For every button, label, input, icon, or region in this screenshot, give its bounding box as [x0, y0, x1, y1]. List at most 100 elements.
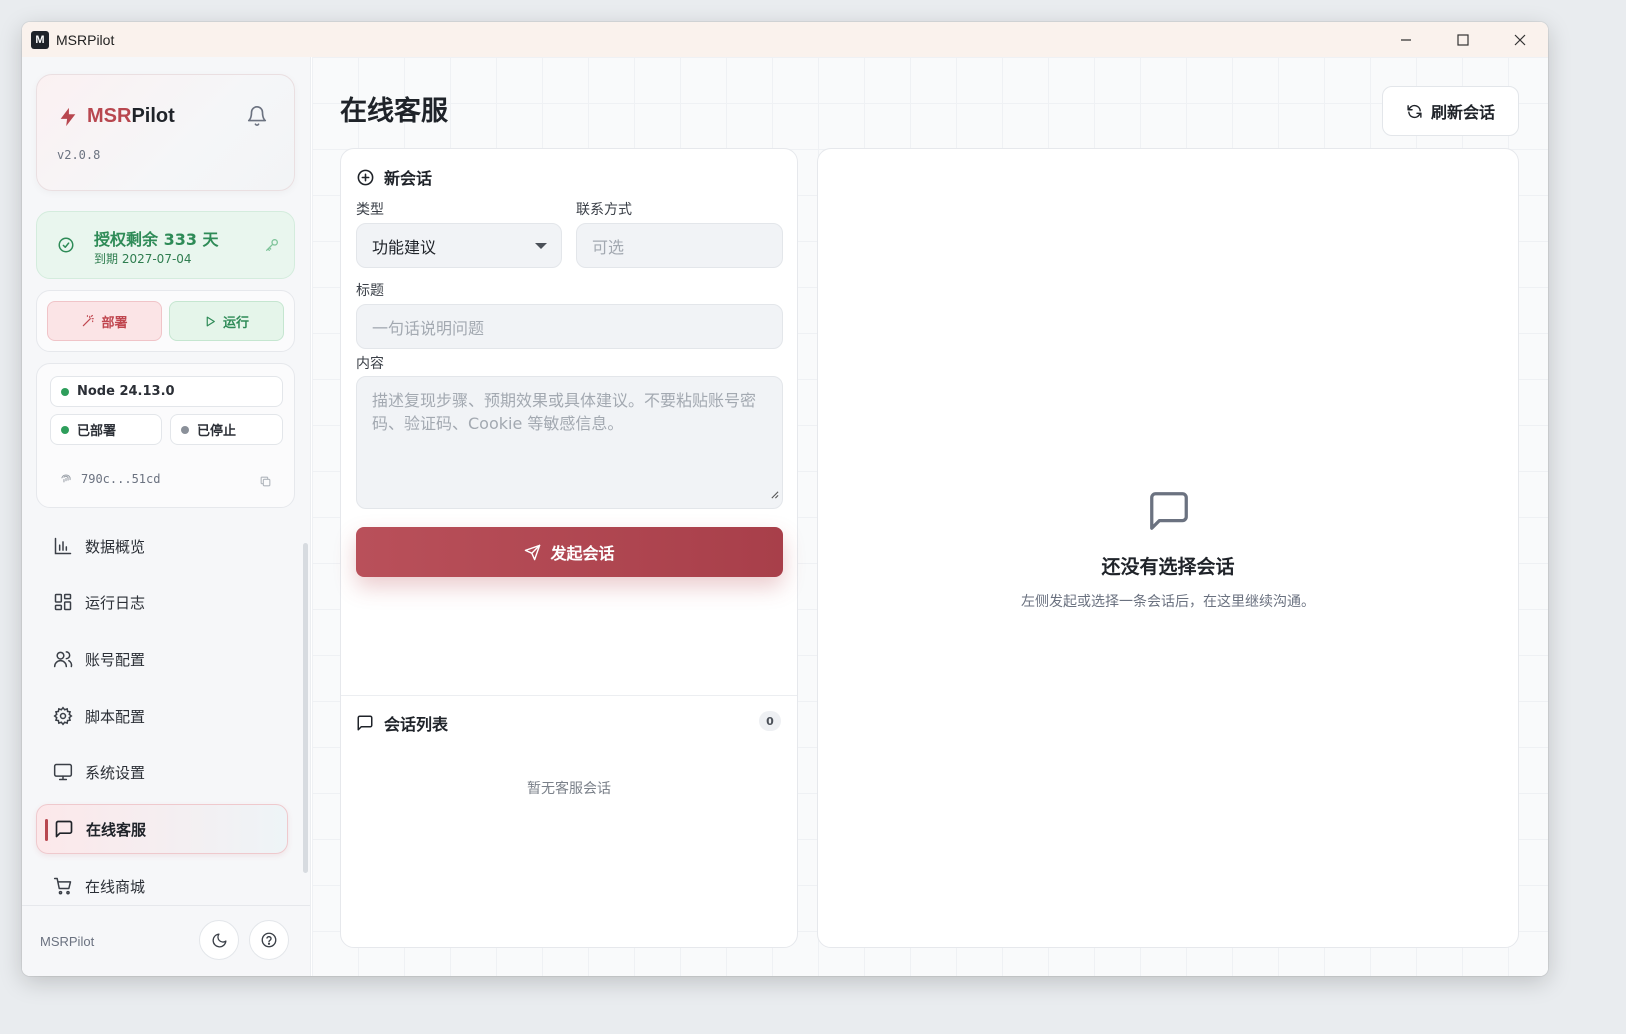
start-session-label: 发起会话 [550, 544, 615, 563]
sidebar-item-logs[interactable]: 运行日志 [36, 577, 288, 627]
check-circle-icon [57, 236, 75, 258]
sidebar-footer: MSRPilot [22, 905, 310, 976]
subject-input[interactable]: 一句话说明问题 [356, 304, 783, 349]
subject-placeholder: 一句话说明问题 [372, 318, 485, 338]
lightning-icon [60, 107, 76, 126]
message-square-icon [53, 819, 75, 839]
sidebar-item-label: 数据概览 [85, 537, 146, 556]
run-button[interactable]: 运行 [169, 301, 284, 341]
minimize-icon [1400, 38, 1411, 41]
copy-icon [260, 476, 271, 487]
node-version-badge: Node 24.13.0 [50, 376, 283, 407]
play-icon [204, 315, 217, 328]
deployed-badge: 已部署 [50, 414, 162, 445]
users-icon [52, 649, 74, 669]
gear-icon [52, 706, 74, 726]
session-count-badge: 0 [759, 711, 781, 731]
divider [341, 695, 797, 696]
session-detail-panel: 还没有选择会话 左侧发起或选择一条会话后，在这里继续沟通。 [817, 148, 1519, 948]
session-list-empty: 暂无客服会话 [527, 781, 611, 797]
notifications-button[interactable] [246, 105, 268, 131]
refresh-label: 刷新会话 [1430, 103, 1495, 122]
license-key-button[interactable] [264, 237, 280, 257]
sidebar-item-label: 在线商城 [85, 877, 146, 896]
sidebar-item-label: 在线客服 [86, 820, 147, 839]
sidebar-item-label: 系统设置 [85, 763, 146, 782]
stopped-badge: 已停止 [170, 414, 283, 445]
contact-input[interactable]: 可选 [576, 223, 783, 268]
brand-row: MSRPilot [57, 105, 175, 128]
node-version: Node 24.13.0 [77, 384, 175, 399]
sidebar-item-scripts[interactable]: 脚本配置 [36, 691, 288, 741]
message-square-icon [356, 714, 374, 732]
sidebar-item-support[interactable]: 在线客服 [36, 804, 288, 854]
type-select-value: 功能建议 [372, 237, 437, 257]
deployed-status: 已部署 [77, 424, 117, 439]
sidebar-scrollbar[interactable] [303, 543, 308, 873]
sidebar-item-accounts[interactable]: 账号配置 [36, 634, 288, 684]
monitor-icon [52, 762, 74, 782]
type-label: 类型 [356, 202, 384, 218]
plus-circle-icon [356, 168, 375, 187]
close-button[interactable] [1491, 22, 1548, 57]
refresh-sessions-button[interactable]: 刷新会话 [1382, 86, 1519, 136]
type-select[interactable]: 功能建议 [356, 223, 562, 268]
magic-wand-icon [81, 314, 95, 328]
new-session-card: 新会话 类型 功能建议 联系方式 可选 标题 一句话说明问题 内容 描述复现步骤… [340, 148, 798, 948]
new-session-heading: 新会话 [356, 165, 432, 189]
message-square-icon [1146, 488, 1192, 538]
help-circle-icon [261, 932, 277, 948]
empty-state-title: 还没有选择会话 [1101, 556, 1235, 578]
deploy-button[interactable]: 部署 [47, 301, 162, 341]
maximize-button[interactable] [1434, 22, 1491, 57]
footer-app-name: MSRPilot [40, 934, 95, 949]
help-button[interactable] [249, 920, 289, 960]
app-window: M MSRPilot MSRPilot v2.0.8 授权剩余 333 天 到期… [22, 22, 1548, 976]
resize-grip-icon[interactable] [770, 482, 779, 505]
dashboard-grid-icon [52, 592, 74, 612]
start-session-button[interactable]: 发起会话 [356, 527, 783, 577]
app-version: v2.0.8 [57, 148, 101, 162]
contact-label: 联系方式 [576, 202, 632, 218]
window-controls [1377, 22, 1548, 57]
status-dot [181, 425, 189, 434]
minimize-button[interactable] [1377, 22, 1434, 57]
title-bar: M MSRPilot [22, 22, 1548, 57]
maximize-icon [1456, 33, 1469, 46]
sidebar-item-dashboard[interactable]: 数据概览 [36, 521, 288, 571]
bell-icon [247, 106, 267, 126]
contact-placeholder: 可选 [592, 237, 625, 257]
window-title: MSRPilot [56, 31, 115, 48]
content-textarea[interactable]: 描述复现步骤、预期效果或具体建议。不要粘贴账号密码、验证码、Cookie 等敏感… [356, 376, 783, 509]
license-card: 授权剩余 333 天 到期 2027-07-04 [36, 211, 295, 279]
key-icon [266, 239, 278, 251]
sidebar-item-shop[interactable]: 在线商城 [36, 861, 288, 911]
new-session-title: 新会话 [384, 169, 433, 188]
send-icon [524, 544, 541, 561]
refresh-icon [1406, 103, 1423, 120]
bar-chart-icon [52, 536, 74, 556]
content-label: 内容 [356, 356, 384, 372]
run-status: 已停止 [197, 424, 237, 439]
theme-toggle-button[interactable] [199, 920, 239, 960]
close-icon [1514, 34, 1525, 45]
deploy-label: 部署 [101, 315, 128, 331]
machine-fingerprint: 790c...51cd [59, 472, 160, 486]
sidebar-item-settings[interactable]: 系统设置 [36, 747, 288, 797]
app-logo-icon: M [31, 30, 49, 49]
moon-icon [212, 932, 227, 947]
fingerprint-value: 790c...51cd [81, 472, 161, 486]
sidebar-item-label: 运行日志 [85, 593, 146, 612]
main-content: 在线客服 刷新会话 新会话 类型 功能建议 联系方式 可选 标题 一句话说明问题… [312, 57, 1548, 976]
session-list-heading: 会话列表 [356, 711, 448, 735]
copy-fingerprint-button[interactable] [259, 473, 272, 492]
page-title: 在线客服 [340, 96, 448, 127]
empty-state-subtitle: 左侧发起或选择一条会话后，在这里继续沟通。 [1021, 594, 1315, 610]
brand-card: MSRPilot v2.0.8 [36, 74, 295, 191]
chevron-down-icon [535, 243, 547, 249]
fingerprint-icon [59, 472, 73, 486]
license-remaining: 授权剩余 333 天 [94, 230, 219, 249]
shopping-cart-icon [52, 876, 74, 896]
status-card: Node 24.13.0 已部署 已停止 790c...51cd [36, 363, 295, 508]
brand-name-rest: Pilot [131, 105, 175, 127]
